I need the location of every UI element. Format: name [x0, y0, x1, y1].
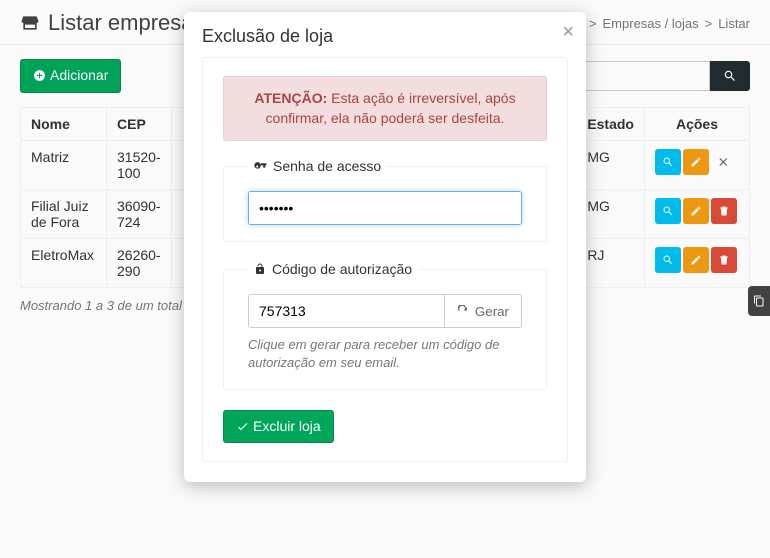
- modal-title: Exclusão de loja: [202, 26, 568, 47]
- password-input[interactable]: [248, 191, 522, 225]
- auth-code-input[interactable]: [248, 294, 445, 328]
- delete-store-modal: Exclusão de loja × ATENÇÃO: Esta ação é …: [184, 12, 586, 482]
- auth-code-fieldset: Código de autorização Gerar Clique em ge…: [223, 262, 547, 389]
- close-icon[interactable]: ×: [562, 22, 574, 42]
- key-icon: [254, 160, 267, 173]
- lock-open-icon: [254, 263, 266, 275]
- password-legend: Senha de acesso: [273, 159, 381, 173]
- auth-help-text: Clique em gerar para receber um código d…: [248, 336, 522, 372]
- refresh-icon: [457, 305, 469, 317]
- generate-label: Gerar: [475, 304, 509, 319]
- auth-legend: Código de autorização: [272, 262, 412, 276]
- warning-alert: ATENÇÃO: Esta ação é irreversível, após …: [223, 76, 547, 141]
- generate-code-button[interactable]: Gerar: [445, 294, 522, 328]
- check-icon: [236, 420, 249, 433]
- confirm-delete-button[interactable]: Excluir loja: [223, 410, 334, 444]
- password-fieldset: Senha de acesso: [223, 159, 547, 242]
- confirm-delete-label: Excluir loja: [253, 417, 321, 437]
- warning-prefix: ATENÇÃO:: [254, 90, 327, 106]
